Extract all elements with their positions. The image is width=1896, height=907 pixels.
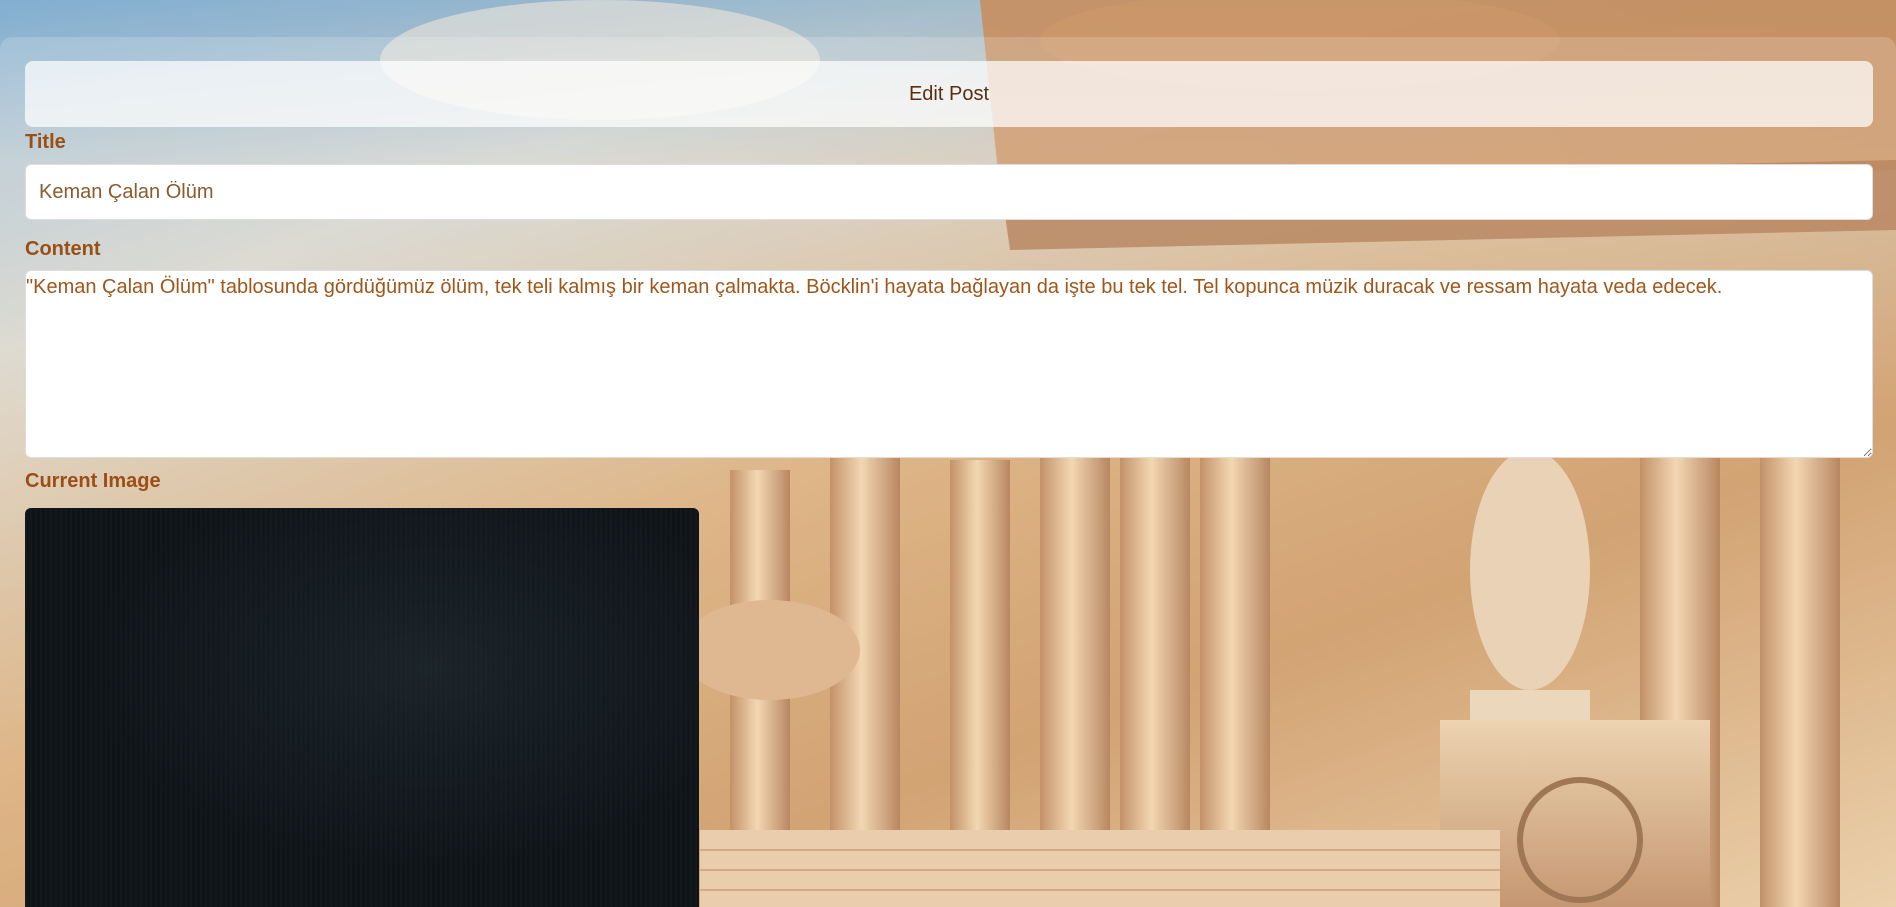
page-title: Edit Post: [908, 82, 990, 105]
title-input[interactable]: [25, 164, 1873, 220]
title-label: Title: [25, 131, 66, 153]
current-image: [25, 508, 699, 907]
content-textarea[interactable]: "Keman Çalan Ölüm" tablosunda gördüğümüz…: [25, 270, 1873, 458]
content-label: Content: [25, 238, 101, 260]
page-header: Edit Post: [25, 61, 1873, 127]
current-image-label: Current Image: [25, 470, 161, 492]
